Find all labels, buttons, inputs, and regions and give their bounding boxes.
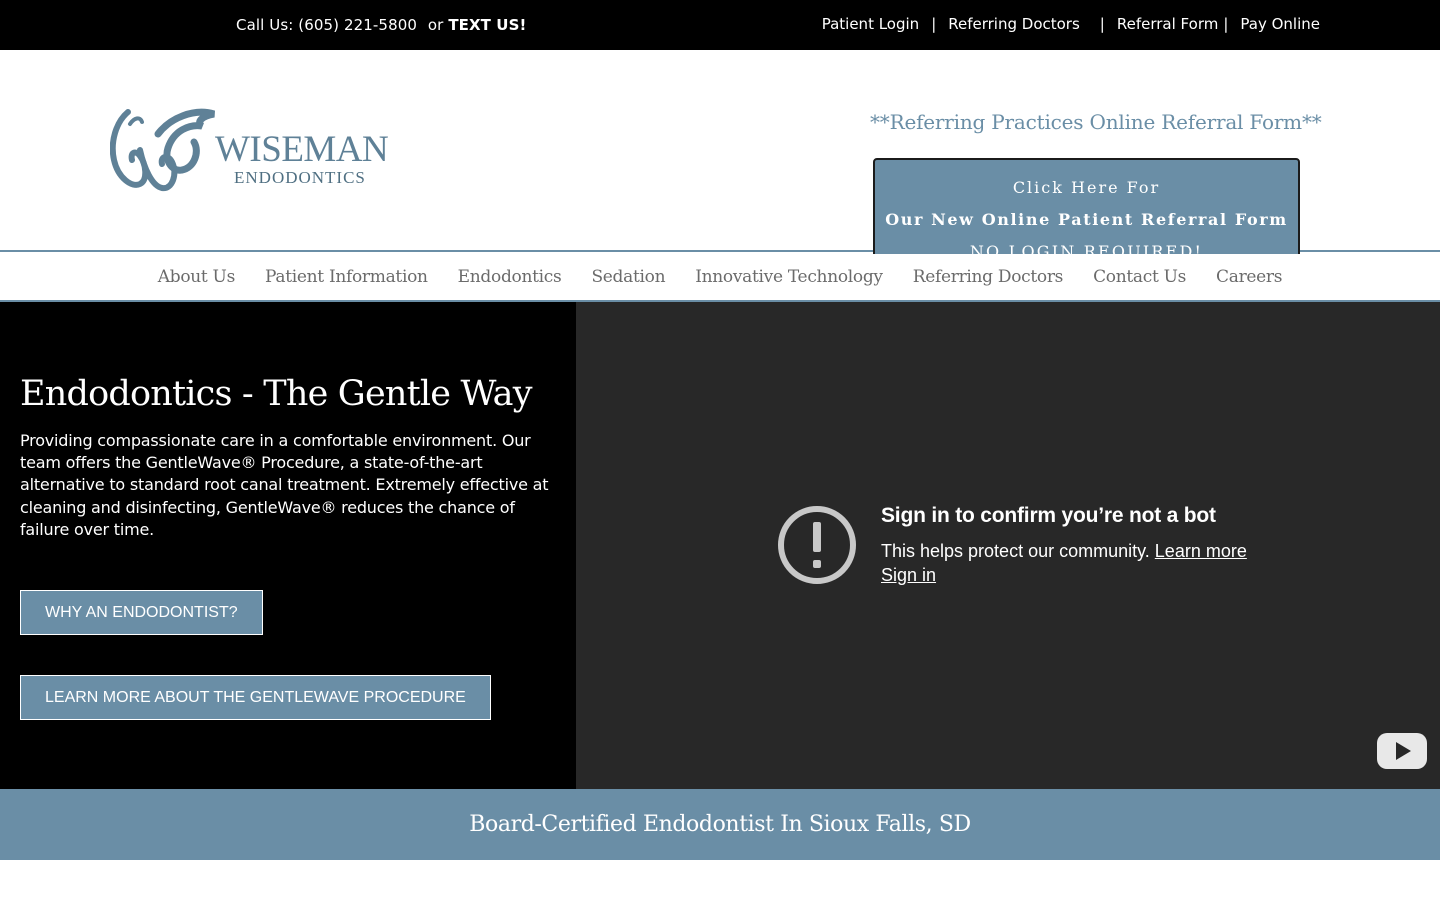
nav-item-sedation[interactable]: Sedation — [591, 267, 665, 287]
video-error-title: Sign in to confirm you’re not a bot — [881, 504, 1216, 527]
tagline-text: Board-Certified Endodontist In Sioux Fal… — [469, 812, 971, 837]
why-endodontist-button[interactable]: WHY AN ENDODONTIST? — [20, 590, 263, 635]
or-text: or — [427, 16, 444, 34]
site-header: WISEMAN ENDODONTICS **Referring Practice… — [0, 50, 1440, 282]
nav-item-contact-us[interactable]: Contact Us — [1093, 267, 1186, 287]
youtube-icon[interactable] — [1376, 732, 1428, 770]
alert-circle-icon — [778, 506, 856, 584]
nav-item-referring-doctors[interactable]: Referring Doctors — [913, 267, 1064, 287]
patient-login-link[interactable]: Patient Login — [822, 15, 919, 33]
separator: | — [1099, 15, 1105, 33]
referral-line-1: Click Here For — [1012, 178, 1161, 197]
hero-description: Providing compassionate care in a comfor… — [20, 431, 549, 539]
nav-item-innovative-technology[interactable]: Innovative Technology — [695, 267, 883, 287]
hero-section: Endodontics - The Gentle Way Providing c… — [0, 302, 576, 789]
learn-more-link[interactable]: Learn more — [1155, 541, 1247, 561]
tagline-band: Board-Certified Endodontist In Sioux Fal… — [0, 789, 1440, 860]
video-embed[interactable]: Sign in to confirm you’re not a bot This… — [576, 302, 1440, 789]
referral-form-link[interactable]: Referral Form — [1117, 15, 1218, 33]
referral-line-2: Our New Online Patient Referral Form — [885, 210, 1288, 229]
nav-item-endodontics[interactable]: Endodontics — [458, 267, 562, 287]
phone-text[interactable]: Call Us: (605) 221-5800 — [236, 16, 417, 34]
call-us: Call Us: (605) 221-5800 or TEXT US! — [236, 16, 526, 34]
separator: | — [931, 15, 937, 33]
referring-doctors-link[interactable]: Referring Doctors — [948, 15, 1080, 33]
video-message-text: This helps protect our community. — [881, 541, 1150, 561]
logo-brand-text: WISEMAN — [215, 129, 389, 170]
logo-sub-text: ENDODONTICS — [234, 168, 366, 187]
site-logo[interactable]: WISEMAN ENDODONTICS — [110, 104, 389, 194]
hero-title: Endodontics - The Gentle Way — [20, 374, 533, 414]
video-error-message: This helps protect our community. Learn … — [881, 541, 1247, 562]
sign-in-link[interactable]: Sign in — [881, 565, 936, 586]
top-links: Patient Login | Referring Doctors | Refe… — [822, 15, 1320, 33]
text-us-link[interactable]: TEXT US! — [448, 16, 526, 34]
main-nav: About Us Patient Information Endodontics… — [0, 254, 1440, 302]
nav-item-about-us[interactable]: About Us — [158, 267, 236, 287]
pay-online-link[interactable]: Pay Online — [1240, 15, 1320, 33]
nav-item-careers[interactable]: Careers — [1216, 267, 1282, 287]
separator: | — [1223, 15, 1229, 33]
referral-heading: **Referring Practices Online Referral Fo… — [870, 110, 1322, 134]
nav-item-patient-information[interactable]: Patient Information — [265, 267, 428, 287]
top-bar: Call Us: (605) 221-5800 or TEXT US! Pati… — [0, 0, 1440, 50]
logo-mark-icon — [110, 108, 216, 192]
learn-gentlewave-button[interactable]: LEARN MORE ABOUT THE GENTLEWAVE PROCEDUR… — [20, 675, 491, 720]
